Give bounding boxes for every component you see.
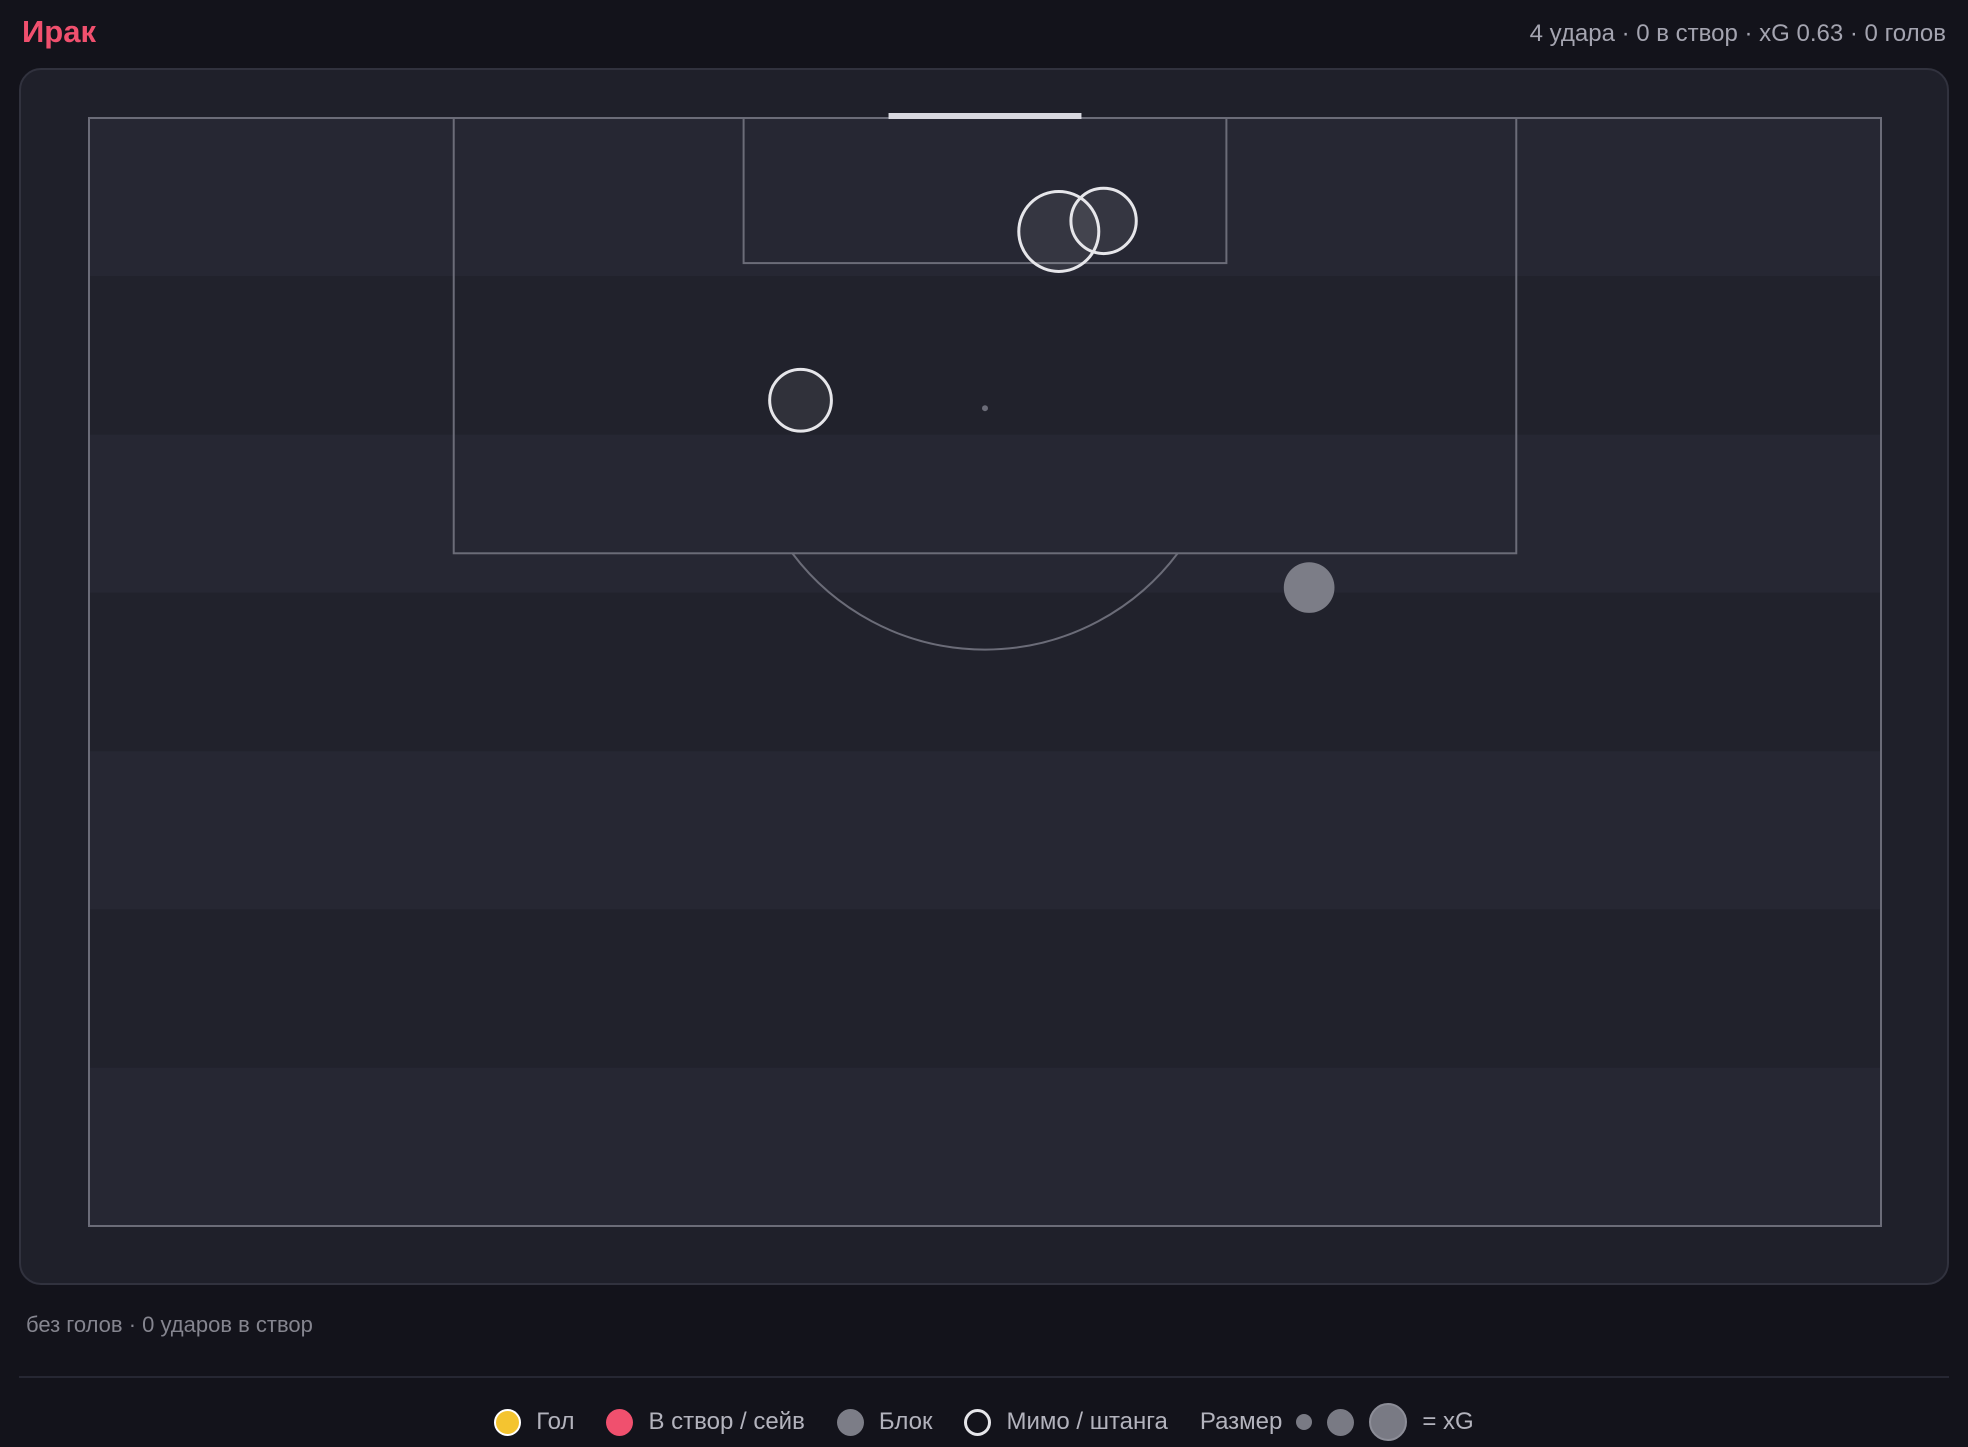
legend-goal-label: Гол: [536, 1408, 575, 1435]
pitch-stripe: [89, 592, 1881, 752]
size-dot-large: [1369, 1403, 1408, 1441]
size-dot-small: [1296, 1414, 1313, 1430]
legend-goal-swatch: [494, 1408, 522, 1436]
legend-size-scale: [1296, 1403, 1422, 1441]
shot-summary: 4 удара · 0 в створ · xG 0.63 · 0 голов: [1529, 20, 1946, 47]
shot-marker-3: [768, 367, 833, 433]
legend-off-target-label: Мимо / штанга: [1006, 1408, 1168, 1435]
pitch-stripe: [89, 118, 1881, 277]
shot-marker-4: [1283, 562, 1335, 613]
penalty-spot: [982, 405, 988, 412]
shots-note: без голов · 0 ударов в створ: [26, 1312, 313, 1337]
pitch-stripe: [89, 434, 1881, 593]
legend-item-goal: Гол: [494, 1408, 574, 1436]
legend-on-target-swatch: [606, 1408, 634, 1436]
team-name: Ирак: [22, 14, 96, 49]
size-dot-medium: [1327, 1408, 1355, 1436]
pitch-stripe: [89, 1067, 1881, 1226]
pitch-stripe: [89, 751, 1881, 910]
legend-on-target-label: В створ / сейв: [648, 1408, 805, 1435]
shot-map-card: [19, 68, 1949, 1285]
legend-blocked-label: Блок: [878, 1408, 933, 1435]
pitch-stripe: [89, 909, 1881, 1068]
legend-xg-label: = xG: [1422, 1408, 1474, 1435]
legend-size-label: Размер: [1199, 1408, 1283, 1435]
legend-off-target-swatch: [964, 1408, 992, 1436]
header: Ирак 4 удара · 0 в створ · xG 0.63 · 0 г…: [0, 0, 1968, 66]
legend-item-off-target: Мимо / штанга: [964, 1408, 1168, 1436]
legend-item-on-target: В створ / сейв: [606, 1408, 805, 1436]
legend-blocked-swatch: [836, 1408, 864, 1436]
shot-marker-2: [1069, 186, 1138, 256]
legend: Гол В створ / сейв Блок Мимо / штанга Ра…: [0, 1397, 1968, 1447]
divider: [19, 1376, 1949, 1378]
shot-map: [88, 113, 1882, 1227]
legend-item-size: Размер = xG: [1200, 1403, 1474, 1441]
legend-item-blocked: Блок: [836, 1408, 933, 1436]
